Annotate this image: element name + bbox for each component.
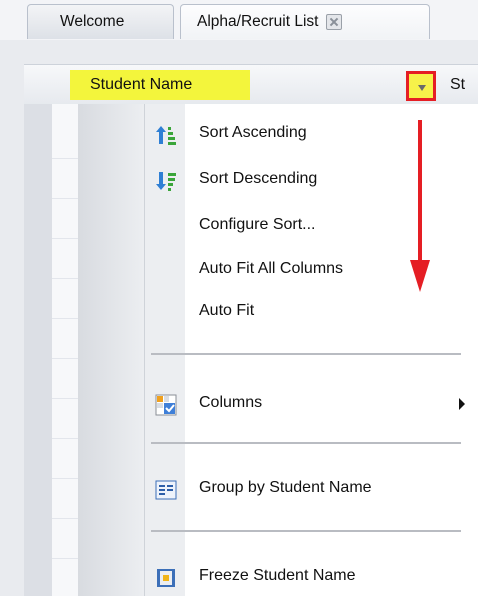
row-divider — [52, 398, 78, 399]
menu-item-label: Auto Fit All Columns — [199, 260, 344, 277]
menu-item-label: Configure Sort... — [199, 216, 316, 233]
tab-welcome[interactable]: Welcome — [27, 4, 174, 39]
row-divider — [52, 238, 78, 239]
annotation-arrow-icon — [410, 120, 430, 292]
group-by-icon — [155, 480, 177, 500]
row-divider — [52, 478, 78, 479]
row-divider — [52, 358, 78, 359]
menu-separator — [151, 353, 461, 355]
menu-item-label: Freeze Student Name — [199, 567, 356, 584]
tab-alpha-recruit-list[interactable]: Alpha/Recruit List — [180, 4, 430, 39]
column-header-next[interactable]: St — [450, 76, 465, 94]
row-divider — [52, 518, 78, 519]
student-name-column-cells — [78, 104, 144, 596]
sort-ascending-icon — [156, 126, 176, 145]
row-divider — [52, 198, 78, 199]
menu-item-label: Columns — [199, 394, 263, 411]
menu-item-auto-fit[interactable]: Auto Fit — [145, 292, 478, 332]
row-divider — [52, 158, 78, 159]
menu-separator — [151, 530, 461, 532]
row-divider — [52, 438, 78, 439]
column-menu-dropdown-button[interactable] — [406, 71, 436, 101]
menu-item-freeze-student-name[interactable]: Freeze Student Name — [145, 557, 478, 597]
menu-item-label: Sort Ascending — [199, 124, 307, 141]
submenu-arrow-icon — [459, 398, 465, 410]
row-divider — [52, 278, 78, 279]
grid-header-row: Student Name St — [24, 64, 478, 106]
menu-item-label: Auto Fit — [199, 302, 255, 319]
column-header-student-name[interactable]: Student Name — [90, 76, 192, 94]
row-number-column — [52, 104, 78, 596]
freeze-icon — [157, 569, 175, 587]
menu-item-label: Group by Student Name — [199, 479, 372, 496]
tab-welcome-label: Welcome — [60, 13, 125, 30]
sort-descending-icon — [156, 172, 176, 191]
menu-item-group-by-student-name[interactable]: Group by Student Name — [145, 469, 478, 509]
grid-left-gutter — [24, 104, 52, 596]
row-divider — [52, 318, 78, 319]
close-icon[interactable] — [326, 14, 343, 30]
columns-icon — [155, 394, 177, 416]
menu-separator — [151, 442, 461, 444]
menu-item-label: Sort Descending — [199, 170, 318, 187]
menu-item-columns[interactable]: Columns — [145, 384, 478, 424]
row-divider — [52, 558, 78, 559]
tab-alpha-recruit-list-label: Alpha/Recruit List — [197, 13, 319, 30]
tab-strip: Welcome Alpha/Recruit List — [0, 0, 478, 41]
